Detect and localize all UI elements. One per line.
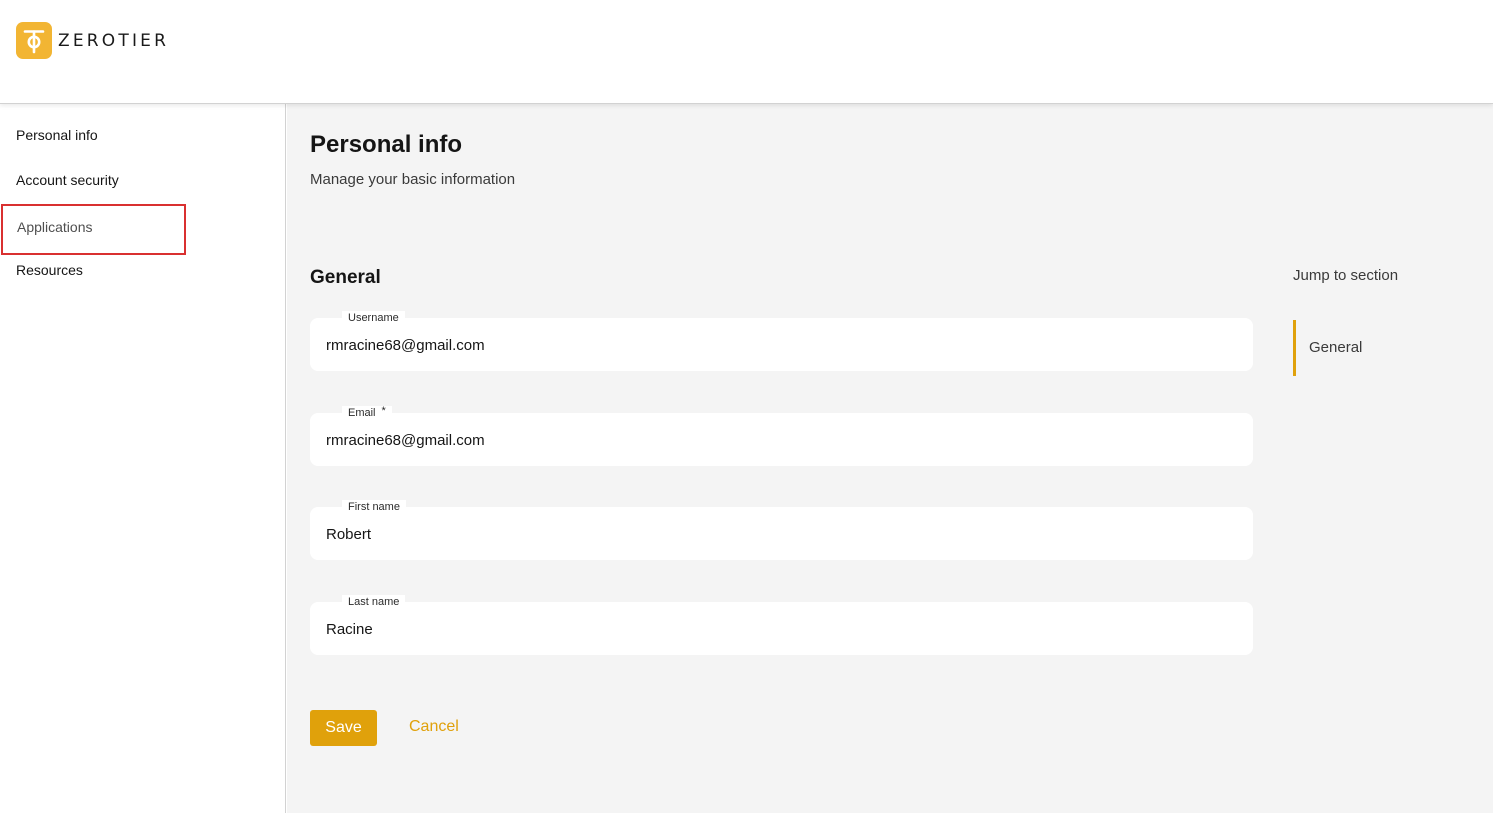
- last-name-label-text: Last name: [348, 596, 400, 608]
- username-input[interactable]: [326, 334, 1226, 356]
- email-input[interactable]: [326, 429, 1226, 451]
- sidebar-item-personal-info[interactable]: Personal info: [16, 127, 98, 143]
- jump-link-label: General: [1309, 339, 1363, 356]
- sidebar-item-resources[interactable]: Resources: [16, 262, 83, 278]
- page-subtitle: Manage your basic information: [310, 171, 516, 188]
- first-name-field: First name: [310, 500, 1253, 560]
- top-header: ZEROTIER: [0, 0, 1493, 104]
- sidebar-item-applications[interactable]: Applications: [1, 204, 186, 255]
- email-field: Email *: [310, 405, 1253, 466]
- page-title: Personal info: [310, 131, 463, 158]
- sidebar-item-account-security[interactable]: Account security: [16, 172, 119, 188]
- zerotier-logo[interactable]: ZEROTIER: [16, 22, 169, 59]
- required-mark: *: [381, 405, 386, 417]
- zerotier-logo-icon: [16, 22, 52, 59]
- username-label: Username: [342, 311, 405, 325]
- last-name-label: Last name: [342, 595, 406, 609]
- email-label: Email *: [342, 405, 392, 420]
- last-name-input[interactable]: [326, 618, 1226, 640]
- section-title-general: General: [310, 267, 381, 288]
- brand-name: ZEROTIER: [58, 30, 170, 51]
- jump-link-general[interactable]: General: [1293, 320, 1453, 376]
- cancel-button[interactable]: Cancel: [409, 718, 459, 736]
- save-button[interactable]: Save: [310, 710, 377, 746]
- first-name-label-text: First name: [348, 501, 400, 513]
- last-name-field: Last name: [310, 595, 1253, 655]
- main-content: Personal info Manage your basic informat…: [287, 104, 1493, 813]
- first-name-input[interactable]: [326, 523, 1226, 545]
- jump-to-section-title: Jump to section: [1293, 267, 1399, 284]
- email-label-text: Email: [348, 407, 376, 419]
- username-field: Username: [310, 311, 1253, 371]
- sidebar-item-label: Applications: [17, 219, 93, 235]
- first-name-label: First name: [342, 500, 406, 514]
- sidebar-nav: Personal info Account security Applicati…: [0, 104, 286, 813]
- username-label-text: Username: [348, 312, 399, 324]
